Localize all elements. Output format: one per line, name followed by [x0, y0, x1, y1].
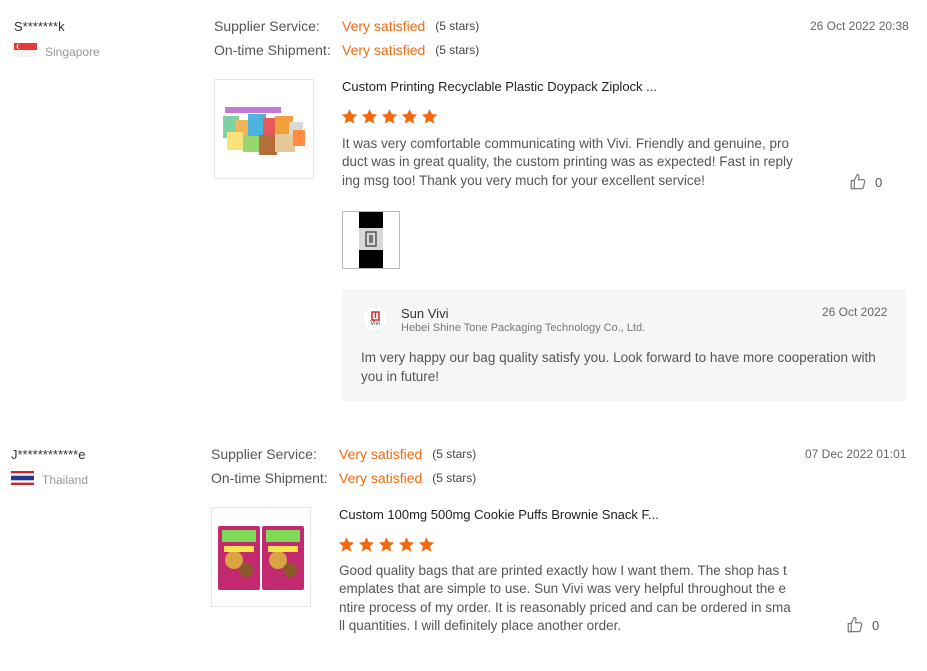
star-icon [421, 109, 438, 124]
star-icon [398, 537, 415, 552]
thailand-flag-icon [11, 471, 34, 488]
thumbs-up-icon [850, 173, 866, 190]
reviewer-name: S*******k [14, 19, 65, 34]
product-image[interactable] [211, 507, 311, 607]
supplier-reply: Vivi Sun Vivi Hebei Shine Tone Packaging… [342, 289, 906, 401]
on-time-shipment-rating: On-time Shipment: Very satisfied (5 star… [211, 470, 476, 486]
reviewer-country: Thailand [11, 471, 88, 488]
singapore-flag-icon [14, 43, 37, 60]
star-icon [418, 537, 435, 552]
reply-date: 26 Oct 2022 [822, 305, 888, 319]
review-card: S*******k Singapore Supplier Service: Ve… [0, 0, 927, 420]
on-time-shipment-label: On-time Shipment: [214, 42, 331, 58]
reply-company-name: Hebei Shine Tone Packaging Technology Co… [401, 322, 646, 334]
star-icon [358, 537, 375, 552]
supplier-service-label: Supplier Service: [211, 446, 317, 462]
supplier-service-value: Very satisfied [339, 446, 423, 462]
like-count: 0 [875, 174, 883, 190]
like-count: 0 [872, 617, 880, 633]
review-card: J************e Thailand Supplier Service… [0, 428, 927, 671]
thumbs-up-icon [847, 616, 863, 633]
star-icon [338, 537, 355, 552]
reviewer-country: Singapore [14, 43, 100, 60]
supplier-logo: Vivi [362, 306, 388, 332]
star-icon [341, 109, 358, 124]
review-text: Good quality bags that are printed exact… [339, 563, 791, 633]
supplier-service-label: Supplier Service: [214, 18, 320, 34]
review-star-rating [338, 536, 435, 553]
on-time-shipment-label: On-time Shipment: [211, 470, 328, 486]
on-time-shipment-stars: (5 stars) [435, 43, 480, 57]
review-star-rating [341, 108, 438, 125]
supplier-service-rating: Supplier Service: Very satisfied (5 star… [211, 446, 476, 462]
star-icon [381, 109, 398, 124]
on-time-shipment-stars: (5 stars) [432, 471, 477, 485]
on-time-shipment-value: Very satisfied [342, 42, 426, 58]
reply-author-name: Sun Vivi [401, 306, 449, 321]
review-timestamp: 26 Oct 2022 20:38 [810, 19, 909, 33]
product-image[interactable] [214, 79, 314, 179]
supplier-service-stars: (5 stars) [432, 447, 477, 461]
reply-text: Im very happy our bag quality satisfy yo… [361, 350, 876, 384]
star-icon [361, 109, 378, 124]
supplier-service-value: Very satisfied [342, 18, 426, 34]
reviewer-name: J************e [11, 447, 86, 462]
review-text: It was very comfortable communicating wi… [342, 136, 793, 188]
on-time-shipment-rating: On-time Shipment: Very satisfied (5 star… [214, 42, 479, 58]
star-icon [401, 109, 418, 124]
star-icon [378, 537, 395, 552]
supplier-service-rating: Supplier Service: Very satisfied (5 star… [214, 18, 479, 34]
supplier-logo-icon [370, 310, 380, 321]
like-button[interactable]: 0 [849, 173, 882, 191]
country-name: Singapore [45, 44, 100, 59]
product-title[interactable]: Custom Printing Recyclable Plastic Doypa… [342, 79, 657, 94]
on-time-shipment-value: Very satisfied [339, 470, 423, 486]
product-title[interactable]: Custom 100mg 500mg Cookie Puffs Brownie … [339, 507, 659, 522]
review-timestamp: 07 Dec 2022 01:01 [805, 447, 907, 461]
like-button[interactable]: 0 [846, 616, 879, 634]
supplier-logo-text: Vivi [370, 320, 380, 327]
supplier-service-stars: (5 stars) [435, 19, 480, 33]
review-photo[interactable] [342, 211, 400, 269]
country-name: Thailand [42, 472, 89, 487]
